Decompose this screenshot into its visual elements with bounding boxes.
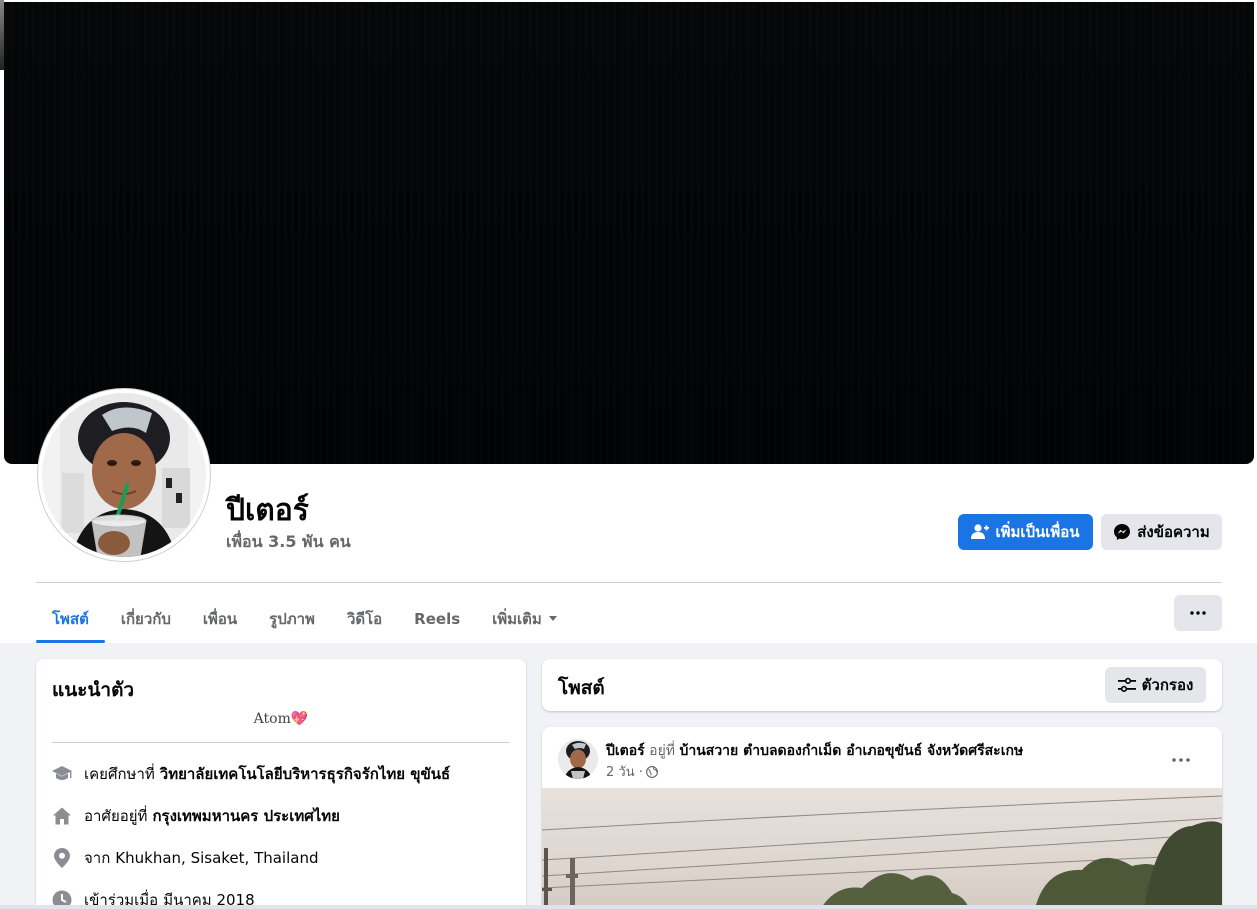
- post-author-avatar[interactable]: [558, 739, 598, 779]
- globe-icon: [645, 765, 658, 778]
- filter-button[interactable]: ตัวกรอง: [1105, 667, 1206, 703]
- bio-text: Atom💖: [253, 711, 309, 727]
- cover-edge: [0, 0, 4, 70]
- intro-title: แนะนำตัว: [52, 679, 135, 701]
- profile-tabs: โพสต์ เกี่ยวกับ เพื่อน รูปภาพ วิดีโอ Ree…: [36, 594, 574, 643]
- profile-name: ปีเตอร์: [226, 493, 309, 528]
- tab-more[interactable]: เพิ่มเติม: [476, 594, 574, 643]
- tab-posts[interactable]: โพสต์: [36, 594, 105, 643]
- post-location[interactable]: บ้านสวาย ตำบลดองกำเม็ด อำเภอขุขันธ์ จังห…: [679, 743, 1023, 759]
- home-icon: [52, 806, 72, 826]
- tab-about[interactable]: เกี่ยวกับ: [105, 594, 187, 643]
- header-divider: [36, 582, 1222, 583]
- caret-down-icon: [548, 615, 557, 621]
- from-value[interactable]: Khukhan, Sisaket, Thailand: [115, 849, 318, 867]
- education-value[interactable]: วิทยาลัยเทคโนโลยีบริหารธุรกิจรักไทย ขุขั…: [160, 762, 450, 786]
- heart-emoji: 💖: [290, 711, 309, 727]
- post-timestamp[interactable]: 2 วัน ·: [606, 761, 643, 782]
- post-avatar-illustration: [558, 739, 598, 779]
- add-friend-icon: [971, 524, 990, 539]
- post-headline: ปีเตอร์ อยู่ที่ บ้านสวาย ตำบลดองกำเม็ด อ…: [606, 740, 1023, 762]
- post-meta: 2 วัน ·: [606, 761, 658, 782]
- detail-lives-in: อาศัยอยู่ที่ กรุงเทพมหานคร ประเทศไทย: [52, 804, 340, 828]
- detail-from: จาก Khukhan, Sisaket, Thailand: [52, 846, 319, 870]
- lives-in-value[interactable]: กรุงเทพมหานคร ประเทศไทย: [152, 804, 340, 828]
- post-photo-scene: [542, 795, 1222, 909]
- posts-title: โพสต์: [558, 677, 605, 699]
- add-friend-label: เพิ่มเป็นเพื่อน: [995, 523, 1080, 541]
- bottom-edge: [0, 905, 1257, 909]
- detail-education: เคยศึกษาที่ วิทยาลัยเทคโนโลยีบริหารธุรกิจ…: [52, 762, 450, 786]
- filter-label: ตัวกรอง: [1141, 676, 1194, 694]
- tab-photos[interactable]: รูปภาพ: [253, 594, 331, 643]
- tab-videos[interactable]: วิดีโอ: [331, 594, 398, 643]
- profile-photo-illustration: [42, 393, 206, 557]
- friend-count[interactable]: เพื่อน 3.5 พัน คน: [226, 530, 351, 555]
- post-options-button[interactable]: [1172, 747, 1190, 766]
- add-friend-button[interactable]: เพิ่มเป็นเพื่อน: [958, 514, 1093, 550]
- post-photo[interactable]: [542, 788, 1222, 909]
- profile-picture[interactable]: [42, 393, 206, 557]
- cover-photo[interactable]: [4, 2, 1254, 464]
- post-card: ปีเตอร์ อยู่ที่ บ้านสวาย ตำบลดองกำเม็ด อ…: [542, 727, 1222, 909]
- intro-card: แนะนำตัว Atom💖 เคยศึกษาที่ วิทยาลัยเทคโนโ…: [36, 659, 526, 909]
- more-options-button[interactable]: [1174, 595, 1222, 631]
- message-button[interactable]: ส่งข้อความ: [1101, 514, 1222, 550]
- post-at-text: อยู่ที่: [649, 743, 675, 759]
- graduation-cap-icon: [52, 764, 72, 784]
- tab-reels[interactable]: Reels: [398, 594, 476, 643]
- messenger-icon: [1114, 524, 1131, 540]
- filter-icon: [1117, 677, 1136, 692]
- post-more-icon: [1172, 758, 1190, 762]
- message-label: ส่งข้อความ: [1137, 523, 1210, 541]
- profile-header: ปีเตอร์ เพื่อน 3.5 พัน คน เพิ่มเป็นเพื่อ…: [0, 0, 1257, 643]
- bio-divider: [52, 742, 510, 743]
- tab-friends[interactable]: เพื่อน: [187, 594, 253, 643]
- posts-header-card: โพสต์ ตัวกรอง: [542, 659, 1222, 711]
- location-pin-icon: [52, 848, 72, 868]
- more-dots-icon: [1190, 611, 1206, 615]
- post-author-name[interactable]: ปีเตอร์: [606, 743, 645, 759]
